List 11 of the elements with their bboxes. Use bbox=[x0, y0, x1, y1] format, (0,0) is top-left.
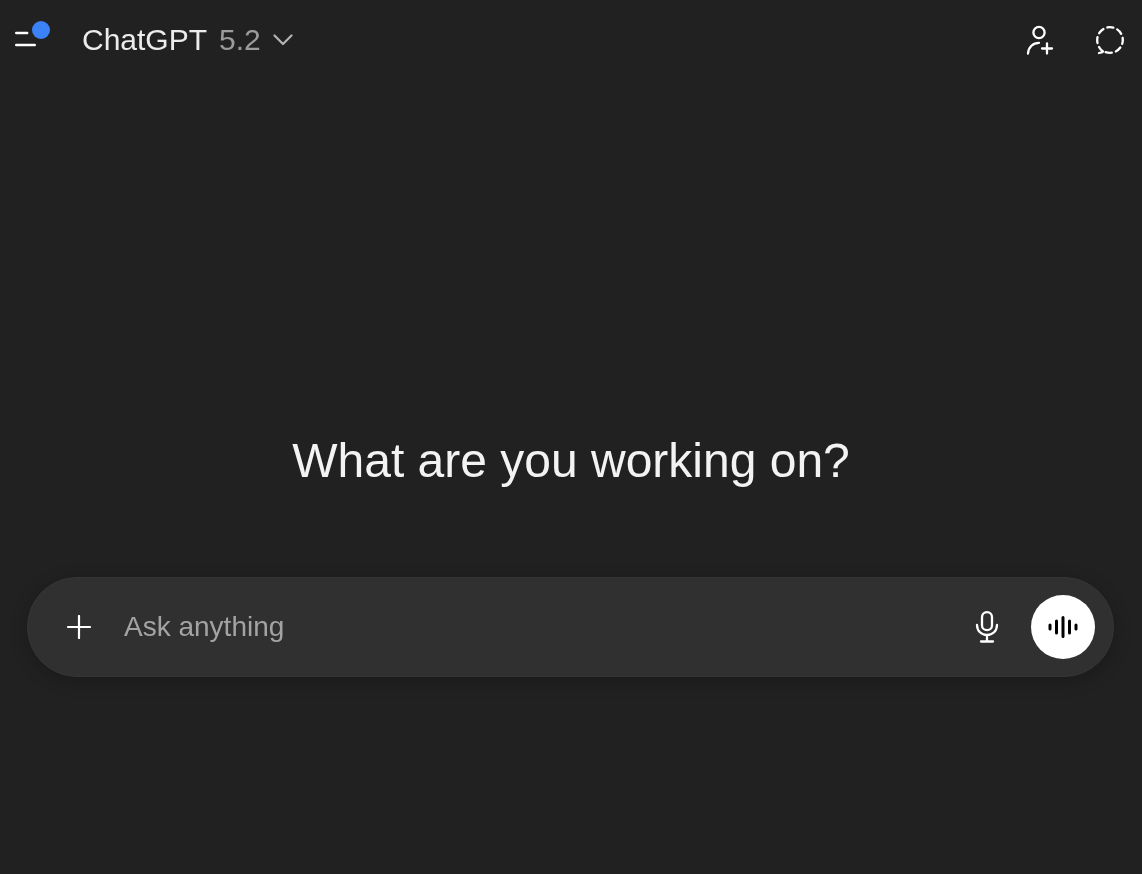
message-input-field[interactable]: Ask anything bbox=[124, 597, 965, 657]
menu-icon bbox=[15, 31, 36, 47]
person-plus-icon bbox=[1026, 25, 1054, 55]
microphone-icon bbox=[975, 611, 999, 643]
plus-icon bbox=[67, 615, 91, 639]
model-selector[interactable]: ChatGPT 5.2 bbox=[74, 16, 301, 64]
dashed-chat-bubble-icon bbox=[1095, 25, 1125, 55]
sound-wave-icon bbox=[1048, 616, 1078, 638]
chevron-down-icon bbox=[272, 34, 293, 46]
greeting-heading: What are you working on? bbox=[292, 433, 850, 489]
composer-field[interactable]: Ask anything bbox=[27, 577, 1114, 677]
